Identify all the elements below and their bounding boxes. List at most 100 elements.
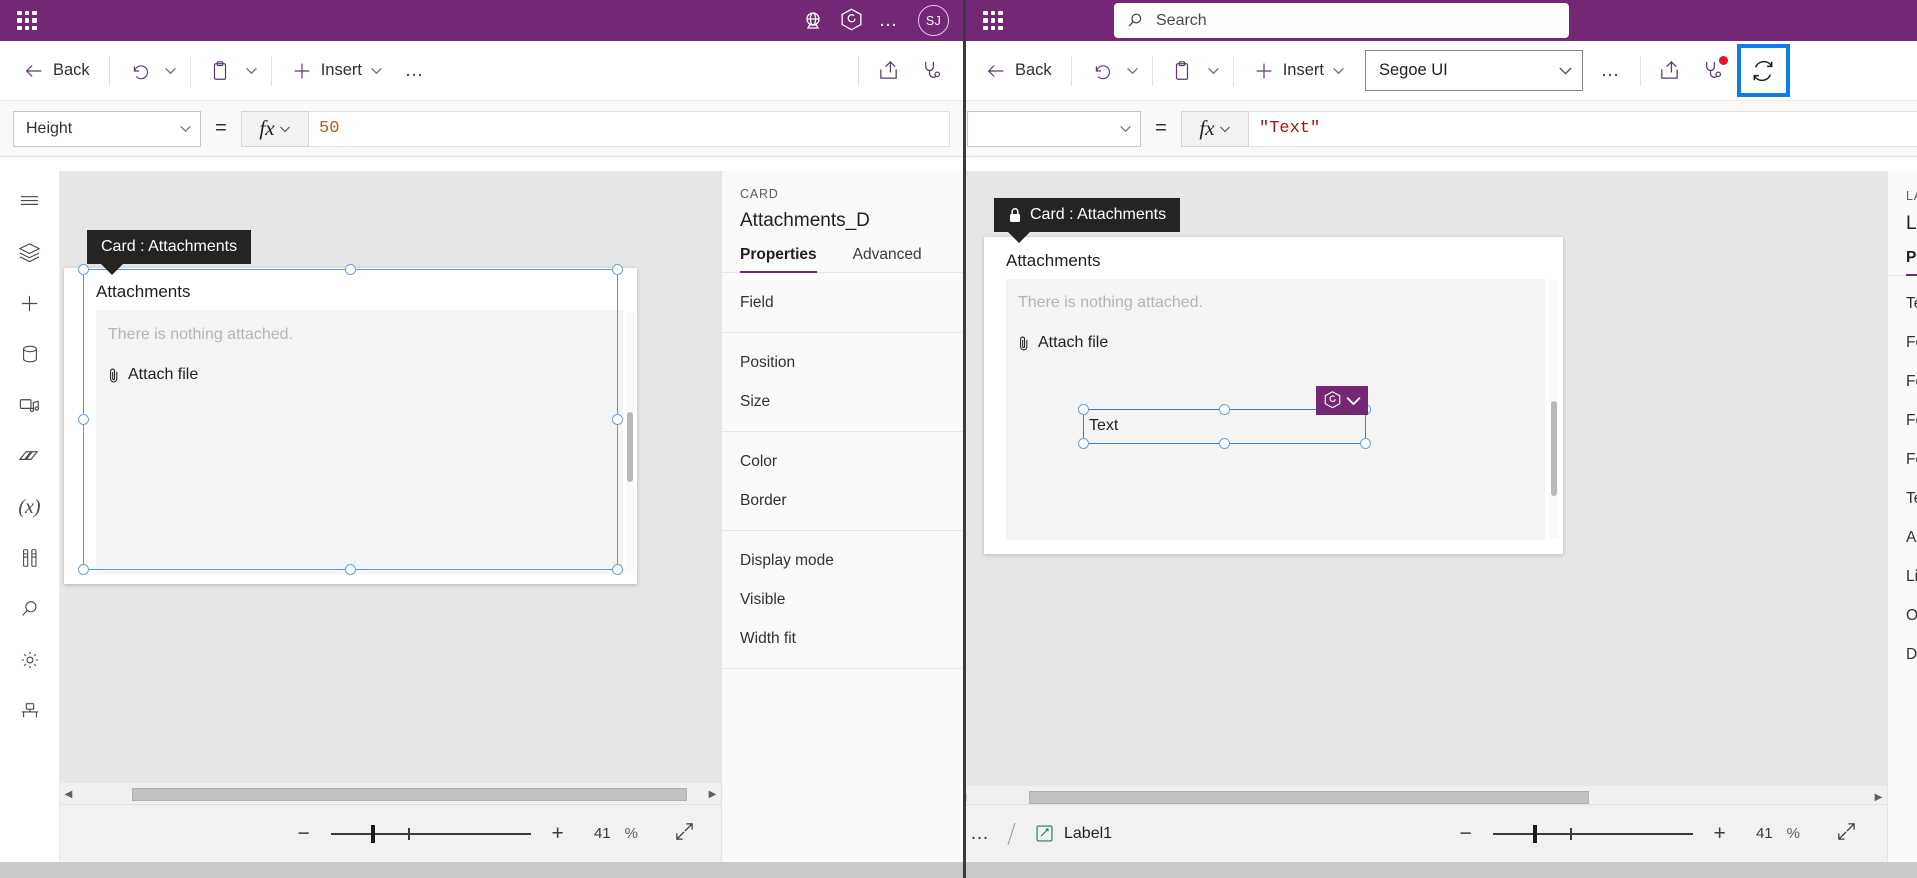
left-prop-display-mode[interactable]: Display mode [722,541,963,580]
app-checker-icon[interactable] [910,51,950,91]
right-prop-font-weight[interactable]: Font weight [1888,401,1917,440]
settings-icon[interactable] [8,642,52,678]
insert-icon[interactable] [8,285,52,321]
zoom-out-button[interactable]: − [291,821,317,847]
resize-handle[interactable] [78,264,89,275]
right-app-checker-icon[interactable] [1692,51,1732,91]
media-icon[interactable] [8,387,52,423]
label-control[interactable]: Text [1078,386,1371,449]
property-selector[interactable]: Height [13,110,201,147]
resize-handle[interactable] [1218,438,1230,449]
publish-icon[interactable] [8,693,52,729]
share-icon[interactable] [868,51,908,91]
right-canvas-inner-scrollbar[interactable] [1550,281,1558,538]
right-paste-chevron-down-icon[interactable] [1204,51,1224,91]
left-command-overflow-icon[interactable]: … [395,51,435,91]
variables-icon[interactable]: (x) [8,489,52,525]
undo-chevron-down-icon[interactable] [161,51,181,91]
left-user-avatar[interactable]: SJ [918,5,949,36]
resize-handle[interactable] [612,264,623,275]
right-prop-font[interactable]: Font [1888,323,1917,362]
right-paste-icon[interactable] [1162,51,1202,91]
fx-button[interactable]: fx [241,110,309,147]
right-formula-input[interactable]: "Text" [1249,110,1917,147]
resize-handle[interactable] [344,564,356,575]
insert-button[interactable]: Insert [281,51,393,91]
tools-icon[interactable] [8,540,52,576]
right-command-overflow-icon[interactable]: … [1591,51,1631,91]
paste-icon[interactable] [200,51,240,91]
right-prop-overflow[interactable]: Overflow [1888,596,1917,635]
right-prop-font-style[interactable]: Font style [1888,440,1917,479]
right-fx-button[interactable]: fx [1181,110,1249,147]
copilot-badge-chevron-down-icon[interactable] [1345,392,1362,409]
resize-handle[interactable] [1078,438,1089,449]
hscroll-track[interactable] [971,790,1870,804]
resize-handle[interactable] [1360,438,1371,449]
scroll-left-arrow-icon[interactable]: ◀ [966,792,971,803]
resize-handle[interactable] [78,413,89,425]
power-automate-icon[interactable] [8,438,52,474]
left-top-more-icon[interactable]: … [870,6,908,36]
tree-view-icon[interactable] [8,234,52,270]
copilot-icon[interactable] [832,6,870,36]
right-prop-text[interactable]: Text [1888,284,1917,323]
font-name-input[interactable]: Segoe UI [1364,50,1583,91]
resize-handle[interactable] [344,264,356,275]
back-button[interactable]: Back [13,51,100,91]
left-tab-properties[interactable]: Properties [740,246,817,273]
left-tab-advanced[interactable]: Advanced [853,246,922,273]
right-share-icon[interactable] [1650,51,1690,91]
hscroll-track[interactable] [77,787,704,801]
zoom-in-button[interactable]: + [545,821,571,847]
refresh-icon[interactable] [1736,44,1790,97]
right-prop-text-alignment[interactable]: Text alignment [1888,479,1917,518]
hscroll-thumb[interactable] [132,787,687,801]
scroll-right-arrow-icon[interactable]: ▶ [704,789,721,800]
resize-handle[interactable] [78,564,89,575]
right-prop-auto-height[interactable]: Auto height [1888,518,1917,557]
paste-chevron-down-icon[interactable] [242,51,262,91]
data-icon[interactable] [8,336,52,372]
selected-control[interactable]: Label1 [1034,823,1112,844]
left-prop-width-fit[interactable]: Width fit [722,619,963,658]
left-prop-border[interactable]: Border [722,481,963,520]
right-tab-properties[interactable]: Properties [1906,249,1917,276]
resize-handle[interactable] [612,564,623,575]
right-prop-display-mode[interactable]: Display mode [1888,635,1917,674]
right-prop-font-size[interactable]: Font size [1888,362,1917,401]
app-launcher-icon[interactable] [980,8,1006,34]
right-undo-icon[interactable] [1081,51,1121,91]
right-attach-file-button[interactable]: Attach file [1017,334,1108,352]
zoom-slider-thumb[interactable] [370,824,375,843]
right-app-canvas[interactable]: Attachments There is nothing attached. A… [984,237,1563,554]
right-zoom-slider-thumb[interactable] [1532,824,1537,843]
left-prop-color[interactable]: Color [722,442,963,481]
left-selection-frame[interactable] [78,264,623,575]
undo-icon[interactable] [119,51,159,91]
right-insert-button[interactable]: Insert [1243,51,1355,91]
right-property-selector[interactable] [967,110,1141,147]
right-status-overflow-icon[interactable]: … [970,824,991,843]
right-undo-chevron-down-icon[interactable] [1123,51,1143,91]
resize-handle[interactable] [1218,404,1230,415]
scroll-left-arrow-icon[interactable]: ◀ [60,789,77,800]
right-fit-to-screen-icon[interactable] [1836,821,1857,847]
app-launcher-icon[interactable] [14,8,40,34]
copilot-badge[interactable] [1316,386,1368,415]
right-back-button[interactable]: Back [975,51,1062,91]
left-canvas-hscroll[interactable]: ◀ ▶ [60,783,721,805]
globe-icon[interactable] [794,6,832,36]
resize-handle[interactable] [1078,404,1089,415]
right-zoom-in-button[interactable]: + [1707,821,1733,847]
zoom-slider[interactable] [330,824,531,843]
left-prop-visible[interactable]: Visible [722,580,963,619]
hscroll-thumb[interactable] [1029,790,1589,804]
left-canvas-inner-scrollbar[interactable] [626,312,634,572]
right-zoom-out-button[interactable]: − [1453,821,1479,847]
left-prop-size[interactable]: Size [722,382,963,421]
left-prop-field[interactable]: Field [722,283,963,322]
search-icon[interactable] [8,591,52,627]
menu-icon[interactable] [8,183,52,219]
formula-input[interactable]: 50 [309,110,950,147]
